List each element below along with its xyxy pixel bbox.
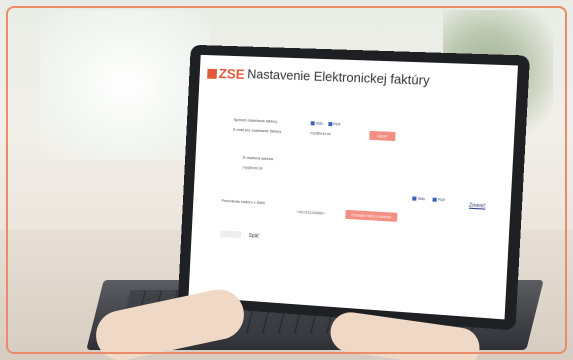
- orange-frame-border: [6, 6, 567, 354]
- photo-scene: ZSE Nastavenie Elektronickej faktúry Spô…: [0, 0, 573, 360]
